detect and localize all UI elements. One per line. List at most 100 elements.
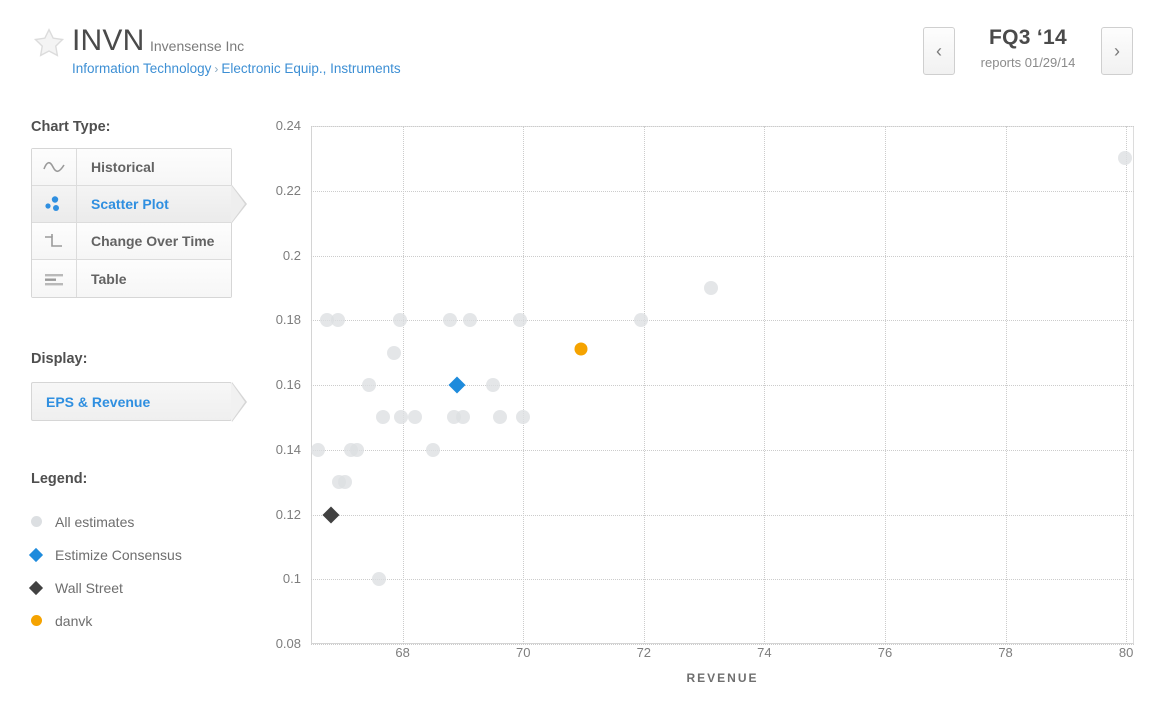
data-point-dot[interactable] (393, 313, 408, 328)
next-period-button[interactable]: › (1101, 27, 1133, 75)
y-axis-tick-label: 0.22 (275, 182, 301, 198)
previous-period-button[interactable]: ‹ (923, 27, 955, 75)
gridline-vertical (402, 126, 404, 644)
x-axis-tick-label: 76 (877, 645, 893, 660)
x-axis-tick-label: 80 (1118, 645, 1134, 660)
chart-type-historical-label: Historical (91, 159, 155, 175)
data-point-dot[interactable] (376, 410, 391, 425)
legend-item-all-estimates[interactable]: All estimates (31, 505, 241, 538)
data-point-dot[interactable] (425, 442, 440, 457)
breadcrumb-separator: › (214, 62, 219, 76)
data-point-dot[interactable] (455, 410, 470, 425)
data-point-dot[interactable] (338, 475, 353, 490)
data-point-dot[interactable] (350, 442, 365, 457)
data-point-dot[interactable] (407, 410, 422, 425)
data-point-dot[interactable] (442, 313, 457, 328)
x-axis-tick-label: 78 (998, 645, 1013, 660)
breadcrumb-sector-link[interactable]: Information Technology (72, 61, 211, 76)
data-point-dot[interactable] (574, 342, 587, 356)
data-point-dot[interactable] (513, 313, 528, 328)
legend-dot-icon (31, 516, 55, 527)
y-axis-tick-label: 0.1 (282, 571, 301, 587)
page-header: INVN Invensense Inc Information Technolo… (0, 0, 1154, 96)
data-point-diamond[interactable] (448, 376, 466, 394)
gridline-vertical (764, 126, 766, 644)
data-point-dot[interactable] (387, 345, 402, 360)
legend: All estimates Estimize Consensus Wall Stre… (28, 505, 241, 637)
legend-item-estimize-consensus[interactable]: Estimize Consensus (28, 538, 241, 571)
data-point-dot[interactable] (311, 442, 326, 457)
gridline-horizontal (311, 320, 1134, 322)
gridline-horizontal (311, 579, 1134, 581)
data-point-dot[interactable] (344, 442, 359, 457)
chart-type-historical[interactable]: Historical (32, 149, 231, 186)
step-icon (32, 223, 77, 259)
data-point-dot[interactable] (463, 313, 478, 328)
chart-type-scatter-plot[interactable]: Scatter Plot (32, 185, 247, 223)
legend-item-label: Wall Street (55, 579, 123, 596)
x-axis-title: REVENUE (686, 671, 759, 685)
data-point-dot[interactable] (633, 313, 648, 328)
gridline-vertical (1005, 126, 1007, 644)
gridline-horizontal (311, 449, 1134, 451)
chart-type-table[interactable]: Table (32, 260, 231, 297)
y-axis-tick-label: 0.14 (275, 441, 301, 457)
gridline-vertical (884, 126, 886, 644)
x-axis-tick-label: 72 (636, 645, 652, 660)
data-point-diamond[interactable] (322, 506, 340, 523)
data-point-dot[interactable] (447, 410, 462, 425)
data-point-dot[interactable] (704, 280, 719, 295)
gridline-vertical (1126, 126, 1128, 644)
y-axis-tick-label: 0.18 (275, 312, 301, 328)
plot-area (311, 126, 1134, 644)
legend-dot-icon (31, 615, 55, 626)
display-option-label: EPS & Revenue (46, 393, 151, 410)
chart-type-heading: Chart Type: (31, 119, 111, 135)
y-axis-tick-label: 0.24 (275, 118, 301, 133)
gridline-horizontal (311, 190, 1134, 192)
data-point-dot[interactable] (516, 410, 531, 425)
company-name: Invensense Inc (150, 38, 245, 54)
legend-item-label: Estimize Consensus (55, 546, 182, 563)
legend-item-wall-street[interactable]: Wall Street (28, 571, 241, 604)
data-point-dot[interactable] (394, 410, 409, 425)
data-point-dot[interactable] (362, 378, 377, 392)
breadcrumb-industry-link[interactable]: Electronic Equip., Instruments (221, 61, 400, 76)
data-point-dot[interactable] (320, 313, 335, 328)
chart-type-change-over-time[interactable]: Change Over Time (32, 223, 231, 260)
chart-type-change-over-time-label: Change Over Time (91, 233, 215, 249)
wave-icon (32, 149, 77, 185)
chart-type-scatter-plot-label: Scatter Plot (91, 196, 169, 212)
legend-diamond-icon (28, 580, 55, 595)
y-axis-tick-label: 0.16 (275, 377, 301, 392)
favorite-star-icon[interactable] (32, 26, 66, 60)
gridline-horizontal (311, 126, 1134, 127)
legend-item-danvk[interactable]: danvk (31, 604, 241, 637)
data-point-dot[interactable] (1117, 151, 1132, 166)
display-heading: Display: (31, 351, 88, 367)
chart-type-table-label: Table (91, 270, 127, 287)
breadcrumb: Information Technology › Electronic Equip.… (72, 60, 401, 78)
period-title: FQ3 ‘14 (989, 26, 1067, 49)
gridline-horizontal (311, 644, 1134, 645)
y-axis-tick-label: 0.12 (275, 506, 301, 522)
x-axis-tick-label: 70 (515, 645, 531, 660)
x-axis-tick-label: 74 (757, 645, 772, 660)
data-point-dot[interactable] (330, 313, 345, 328)
gridline-horizontal (311, 514, 1134, 516)
data-point-dot[interactable] (493, 410, 508, 425)
data-point-dot[interactable] (486, 378, 501, 392)
chart-type-menu: Historical Scatter Plot Change Over Time (31, 148, 247, 298)
gridline-vertical (523, 126, 525, 644)
y-axis-tick-label: 0.2 (282, 247, 301, 263)
display-option-eps-revenue[interactable]: EPS & Revenue (31, 382, 247, 422)
period-report-date: reports 01/29/14 (980, 55, 1076, 70)
data-point-dot[interactable] (332, 475, 347, 490)
table-icon (32, 260, 77, 297)
legend-item-label: danvk (55, 612, 93, 629)
gridline-vertical (643, 126, 645, 644)
legend-item-label: All estimates (55, 513, 135, 530)
ticker-symbol: INVN (72, 24, 145, 57)
data-point-dot[interactable] (371, 572, 386, 587)
scatter-plot-page: INVN Invensense Inc Information Technolo… (0, 0, 1154, 701)
